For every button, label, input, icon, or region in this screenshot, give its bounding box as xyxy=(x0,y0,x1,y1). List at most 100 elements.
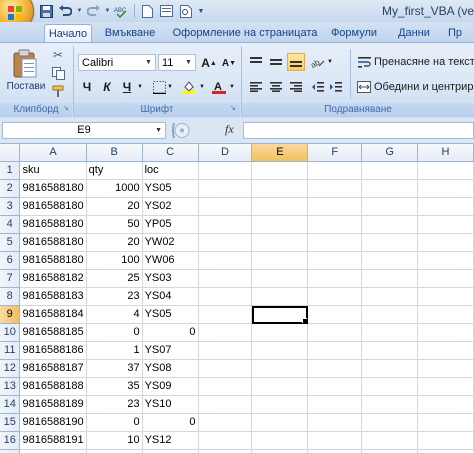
tab-insert[interactable]: Вмъкване xyxy=(100,24,160,42)
row-header[interactable]: 4 xyxy=(0,215,21,234)
font-launcher-icon[interactable]: ↘ xyxy=(230,105,238,113)
undo-dropdown-icon[interactable]: ▼ xyxy=(76,3,83,19)
cell-g[interactable] xyxy=(361,179,419,198)
cell-a[interactable]: 9816588189 xyxy=(19,395,87,414)
cell-e[interactable] xyxy=(251,161,309,180)
cell-g[interactable] xyxy=(361,413,419,432)
cell-b[interactable]: 50 xyxy=(86,215,143,234)
font-name-combo[interactable]: Calibri ▼ xyxy=(78,54,156,71)
cell-c[interactable]: YW02 xyxy=(142,233,199,252)
font-color-icon[interactable]: A xyxy=(210,78,228,96)
fill-handle[interactable] xyxy=(302,318,307,323)
cell-d[interactable] xyxy=(198,323,253,342)
cell-d[interactable] xyxy=(198,287,253,306)
cell-f[interactable] xyxy=(307,449,363,453)
cell-f[interactable] xyxy=(307,359,363,378)
cell-f[interactable] xyxy=(307,179,363,198)
column-header-g[interactable]: G xyxy=(361,144,419,162)
cell-e[interactable] xyxy=(251,269,309,288)
cell-g[interactable] xyxy=(361,305,419,324)
active-cell[interactable] xyxy=(251,305,309,324)
cell-g[interactable] xyxy=(361,431,419,450)
cell-e[interactable] xyxy=(251,341,309,360)
column-header-a[interactable]: A xyxy=(19,144,87,162)
cell-h[interactable] xyxy=(417,449,474,453)
cell-c[interactable]: YS13 xyxy=(142,449,199,453)
cell-f[interactable] xyxy=(307,161,363,180)
cell-g[interactable] xyxy=(361,395,419,414)
copy-icon[interactable] xyxy=(50,65,66,81)
align-top-icon[interactable] xyxy=(247,53,265,71)
cell-c[interactable]: YS10 xyxy=(142,395,199,414)
new-icon[interactable] xyxy=(139,3,156,19)
row-header[interactable]: 6 xyxy=(0,251,21,270)
worksheet-grid[interactable]: A B C D E F G H 1 sku qty loc 2 9816588180 1000 YS05 3 98… xyxy=(0,144,474,453)
cell-h[interactable] xyxy=(417,395,474,414)
cell-g[interactable] xyxy=(361,287,419,306)
grow-font-icon[interactable]: A ▲ xyxy=(200,54,218,72)
cell-a[interactable]: 9816588185 xyxy=(19,323,87,342)
cell-d[interactable] xyxy=(198,449,253,453)
cell-b[interactable]: 25 xyxy=(86,269,143,288)
cell-d[interactable] xyxy=(198,431,253,450)
row-header[interactable]: 7 xyxy=(0,269,21,288)
font-name-dropdown-icon[interactable]: ▼ xyxy=(143,56,154,69)
cell-f[interactable] xyxy=(307,287,363,306)
cell-g[interactable] xyxy=(361,359,419,378)
undo-icon[interactable] xyxy=(57,3,74,19)
cell-g[interactable] xyxy=(361,215,419,234)
font-size-combo[interactable]: 11 ▼ xyxy=(158,54,196,71)
cell-a[interactable]: 9816588180 xyxy=(19,179,87,198)
cell-g[interactable] xyxy=(361,251,419,270)
cell-b[interactable]: qty xyxy=(86,161,143,180)
wrap-text-button[interactable]: Пренасяне на текста xyxy=(374,56,474,68)
cell-a[interactable]: 9816588182 xyxy=(19,269,87,288)
font-size-dropdown-icon[interactable]: ▼ xyxy=(183,56,194,69)
tab-formulas[interactable]: Формули xyxy=(330,24,378,42)
cell-h[interactable] xyxy=(417,359,474,378)
formula-input[interactable] xyxy=(243,122,474,139)
open-icon[interactable] xyxy=(158,3,175,19)
cell-b[interactable]: 37 xyxy=(86,359,143,378)
cell-e[interactable] xyxy=(251,377,309,396)
cell-f[interactable] xyxy=(307,233,363,252)
cell-b[interactable]: 0 xyxy=(86,413,143,432)
cell-b[interactable]: 10 xyxy=(86,431,143,450)
cell-h[interactable] xyxy=(417,431,474,450)
font-color-dropdown-icon[interactable]: ▼ xyxy=(228,78,236,96)
row-header[interactable]: 16 xyxy=(0,431,21,450)
cell-f[interactable] xyxy=(307,413,363,432)
row-header[interactable]: 15 xyxy=(0,413,21,432)
cell-e[interactable] xyxy=(251,413,309,432)
cell-f[interactable] xyxy=(307,215,363,234)
cell-h[interactable] xyxy=(417,323,474,342)
cell-h[interactable] xyxy=(417,251,474,270)
cell-d[interactable] xyxy=(198,269,253,288)
cell-d[interactable] xyxy=(198,251,253,270)
row-header[interactable]: 11 xyxy=(0,341,21,360)
cell-h[interactable] xyxy=(417,377,474,396)
cell-b[interactable]: 13 xyxy=(86,449,143,453)
cell-d[interactable] xyxy=(198,377,253,396)
underline-button[interactable]: Ч xyxy=(118,78,136,96)
orientation-dropdown-icon[interactable]: ▼ xyxy=(326,53,334,71)
cell-d[interactable] xyxy=(198,161,253,180)
cell-g[interactable] xyxy=(361,161,419,180)
tab-page-layout[interactable]: Оформление на страницата xyxy=(172,24,318,42)
decrease-indent-icon[interactable] xyxy=(309,78,327,96)
save-icon[interactable] xyxy=(38,3,55,19)
cell-f[interactable] xyxy=(307,197,363,216)
cell-e[interactable] xyxy=(251,197,309,216)
redo-dropdown-icon[interactable]: ▼ xyxy=(104,3,111,19)
align-left-icon[interactable] xyxy=(247,78,265,96)
increase-indent-icon[interactable] xyxy=(327,78,345,96)
cell-d[interactable] xyxy=(198,395,253,414)
cell-c[interactable]: loc xyxy=(142,161,199,180)
cell-c[interactable]: YW06 xyxy=(142,251,199,270)
cell-d[interactable] xyxy=(198,233,253,252)
customize-qat-icon[interactable]: ▼ xyxy=(196,3,206,19)
cell-b[interactable]: 20 xyxy=(86,233,143,252)
borders-dropdown-icon[interactable]: ▼ xyxy=(166,78,174,96)
column-header-e[interactable]: E xyxy=(251,144,309,162)
cell-c[interactable]: YS03 xyxy=(142,269,199,288)
